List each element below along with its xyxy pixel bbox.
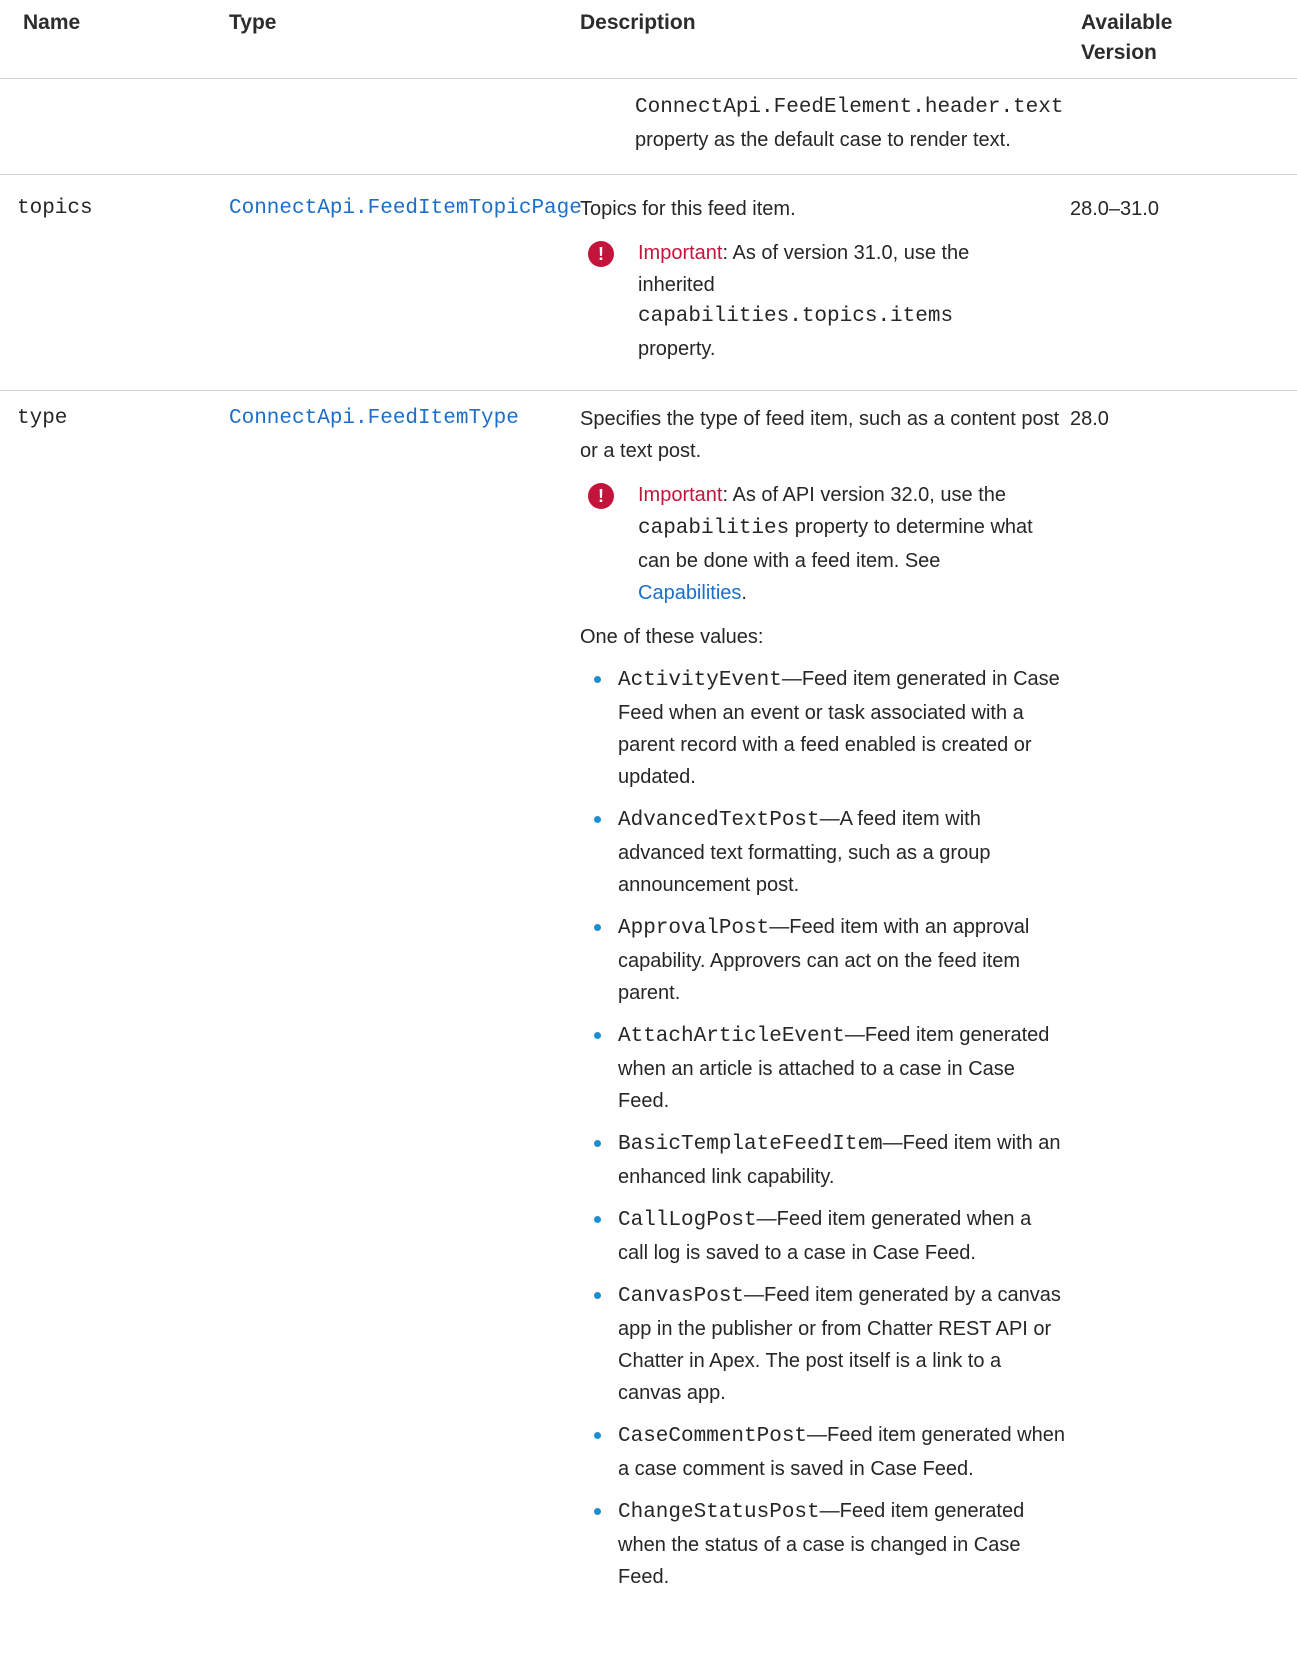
list-item: BasicTemplateFeedItem—Feed item with an … bbox=[580, 1127, 1065, 1193]
important-icon: ! bbox=[588, 241, 614, 267]
list-item: ActivityEvent—Feed item generated in Cas… bbox=[580, 663, 1065, 793]
bullet-icon bbox=[594, 1508, 601, 1515]
important-code: capabilities.topics.items bbox=[638, 305, 954, 328]
topics-description-text: Topics for this feed item. bbox=[580, 198, 796, 220]
row-divider bbox=[0, 390, 1297, 391]
important-code-line: capabilities property to determine what … bbox=[638, 511, 1038, 609]
header-version-line1: Available bbox=[1081, 11, 1173, 34]
list-item: AttachArticleEvent—Feed item generated w… bbox=[580, 1019, 1065, 1117]
important-period: . bbox=[741, 582, 747, 604]
row0-description: ConnectApi.FeedElement.header.text prope… bbox=[635, 92, 1064, 156]
list-item: CaseCommentPost—Feed item generated when… bbox=[580, 1419, 1065, 1485]
list-item: ChangeStatusPost—Feed item generated whe… bbox=[580, 1495, 1065, 1593]
important-label: Important bbox=[638, 484, 723, 506]
bullet-icon bbox=[594, 1032, 601, 1039]
list-item: CallLogPost—Feed item generated when a c… bbox=[580, 1203, 1065, 1269]
type-description: Specifies the type of feed item, such as… bbox=[580, 403, 1065, 1603]
bullet-icon bbox=[594, 1140, 601, 1147]
field-name-topics: topics bbox=[17, 197, 93, 220]
important-label: Important bbox=[638, 242, 723, 264]
version-topics: 28.0–31.0 bbox=[1070, 198, 1159, 220]
header-version: Available Version bbox=[1081, 8, 1172, 68]
version-type: 28.0 bbox=[1070, 408, 1109, 430]
header-description: Description bbox=[580, 11, 696, 34]
bullet-icon bbox=[594, 676, 601, 683]
type-link-feeditemtype[interactable]: ConnectApi.FeedItemType bbox=[229, 403, 519, 435]
bullet-icon bbox=[594, 924, 601, 931]
important-text: As of API version 32.0, use the bbox=[732, 484, 1007, 506]
important-icon: ! bbox=[588, 483, 614, 509]
row0-text: property as the default case to render t… bbox=[635, 129, 1011, 151]
values-list: ActivityEvent—Feed item generated in Cas… bbox=[580, 663, 1065, 1593]
capabilities-link[interactable]: Capabilities bbox=[638, 582, 741, 604]
important-code: capabilities bbox=[638, 517, 790, 540]
bullet-icon bbox=[594, 1292, 601, 1299]
header-version-line2: Version bbox=[1081, 41, 1157, 64]
list-item: ApprovalPost—Feed item with an approval … bbox=[580, 911, 1065, 1009]
field-name-type: type bbox=[17, 407, 68, 430]
header-name: Name bbox=[23, 11, 81, 34]
values-intro: One of these values: bbox=[580, 626, 764, 648]
bullet-icon bbox=[594, 1432, 601, 1439]
bullet-icon bbox=[594, 1216, 601, 1223]
type-description-text: Specifies the type of feed item, such as… bbox=[580, 408, 1060, 462]
list-item: CanvasPost—Feed item generated by a canv… bbox=[580, 1279, 1065, 1409]
important-text-end: property. bbox=[638, 338, 716, 360]
topics-description: Topics for this feed item. ! Important: … bbox=[580, 193, 1050, 365]
header-type: Type bbox=[229, 11, 277, 34]
topics-important-note: ! Important: As of version 31.0, use the… bbox=[580, 237, 1038, 365]
bullet-icon bbox=[594, 816, 601, 823]
type-link-feeditemtopicpage[interactable]: ConnectApi.FeedItemTopicPage bbox=[229, 193, 582, 225]
type-important-note: ! Important: As of API version 32.0, use… bbox=[580, 479, 1038, 609]
row-divider bbox=[0, 174, 1297, 175]
row0-code: ConnectApi.FeedElement.header.text bbox=[635, 96, 1064, 119]
table-header: Name Type Description Available Version bbox=[0, 0, 1297, 79]
list-item: AdvancedTextPost—A feed item with advanc… bbox=[580, 803, 1065, 901]
